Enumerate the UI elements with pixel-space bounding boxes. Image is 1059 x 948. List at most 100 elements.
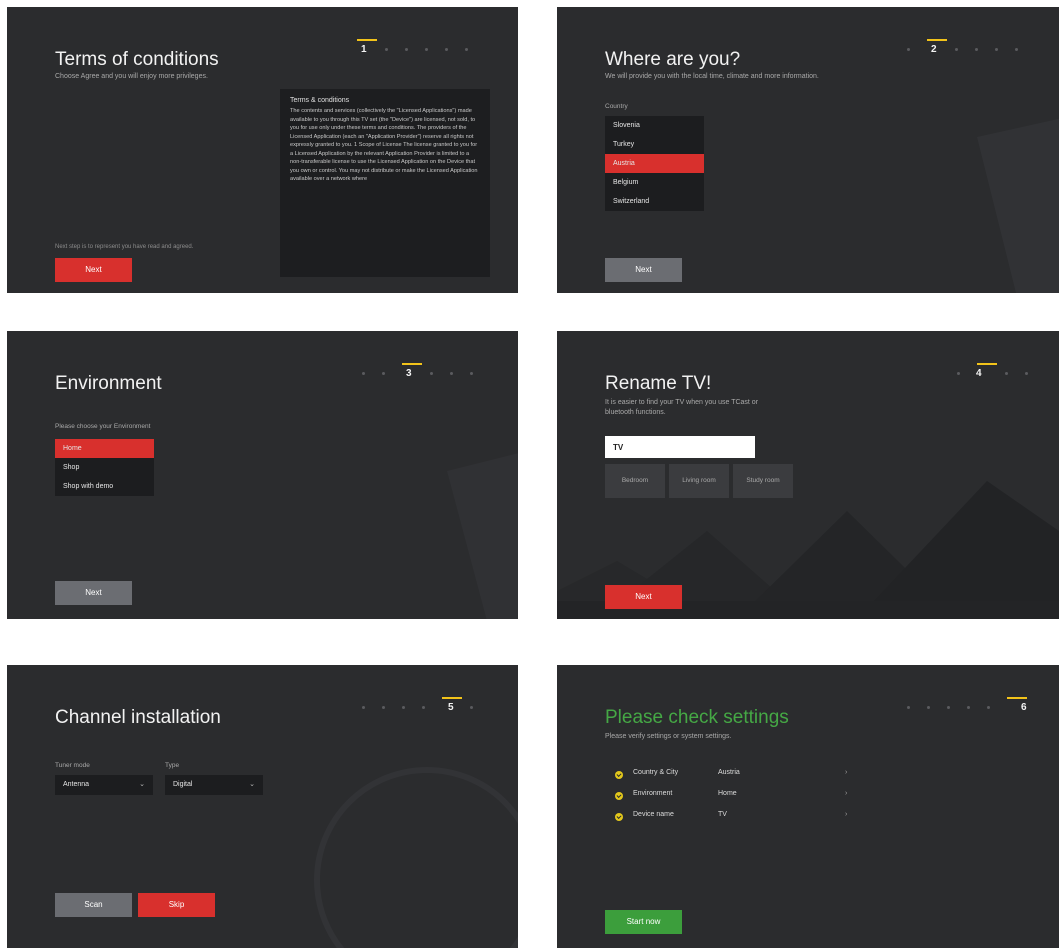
step-number: 5: [448, 702, 454, 713]
screen-environment: Environment 3 Please choose your Environ…: [7, 331, 518, 619]
background-shape: [977, 118, 1059, 293]
step-dot: [957, 372, 960, 375]
step-dot: [470, 706, 473, 709]
step-number: 3: [406, 368, 412, 379]
country-item[interactable]: Slovenia: [605, 116, 704, 135]
step-active-bar: [442, 697, 462, 699]
country-label: Country: [605, 103, 628, 110]
step-active-bar: [927, 39, 947, 41]
step-indicator: 5: [362, 697, 488, 717]
step-number: 2: [931, 44, 937, 55]
type-value: Digital: [173, 781, 193, 788]
tv-name-input[interactable]: [605, 436, 755, 458]
preset-study-room[interactable]: Study room: [733, 464, 793, 498]
agree-note: Next step is to represent you have read …: [55, 244, 194, 250]
environment-item[interactable]: Shop: [55, 458, 154, 477]
step-dot: [445, 48, 448, 51]
step-dot: [422, 706, 425, 709]
page-title: Terms of conditions: [55, 49, 219, 70]
page-title: Rename TV!: [605, 373, 712, 394]
setting-row-country[interactable]: Country & City Austria ›: [615, 769, 855, 783]
type-label: Type: [165, 762, 180, 769]
setting-key: Country & City: [633, 769, 679, 776]
step-active-bar: [402, 363, 422, 365]
page-title: Channel installation: [55, 707, 221, 728]
step-dot: [465, 48, 468, 51]
step-indicator: 1: [357, 39, 483, 59]
tuner-mode-label: Tuner mode: [55, 762, 90, 769]
step-dot: [967, 706, 970, 709]
country-item[interactable]: Switzerland: [605, 192, 704, 211]
terms-box[interactable]: Terms & conditions The contents and serv…: [280, 89, 490, 277]
chevron-down-icon: ⌄: [139, 781, 145, 788]
screen-rename: Rename TV! It is easier to find your TV …: [557, 331, 1059, 619]
check-circle-icon: [615, 792, 623, 800]
screen-where: Where are you? We will provide you with …: [557, 7, 1059, 293]
environment-item-selected[interactable]: Home: [55, 439, 154, 458]
chevron-down-icon: ⌄: [249, 781, 255, 788]
next-button[interactable]: Next: [605, 585, 682, 609]
step-dot: [1025, 372, 1028, 375]
terms-box-title: Terms & conditions: [290, 97, 350, 104]
setting-row-device-name[interactable]: Device name TV ›: [615, 811, 855, 825]
preset-living-room[interactable]: Living room: [669, 464, 729, 498]
step-dot: [470, 372, 473, 375]
step-dot: [425, 48, 428, 51]
check-circle-icon: [615, 813, 623, 821]
step-dot: [1015, 48, 1018, 51]
next-button[interactable]: Next: [605, 258, 682, 282]
background-shape: [447, 453, 518, 619]
tuner-mode-value: Antenna: [63, 781, 90, 788]
step-dot: [382, 372, 385, 375]
environment-list: Home Shop Shop with demo: [55, 439, 154, 496]
country-item[interactable]: Turkey: [605, 135, 704, 154]
step-active-bar: [1007, 697, 1027, 699]
environment-prompt: Please choose your Environment: [55, 423, 151, 430]
step-dot: [907, 48, 910, 51]
step-indicator: 4: [957, 363, 1059, 383]
page-title: Environment: [55, 373, 162, 394]
page-title: Please check settings: [605, 707, 789, 728]
dial-background: [314, 767, 518, 948]
step-dot: [450, 372, 453, 375]
skip-button[interactable]: Skip: [138, 893, 215, 917]
step-dot: [907, 706, 910, 709]
environment-item[interactable]: Shop with demo: [55, 477, 154, 496]
preset-bedroom[interactable]: Bedroom: [605, 464, 665, 498]
country-item[interactable]: Belgium: [605, 173, 704, 192]
next-button[interactable]: Next: [55, 258, 132, 282]
screen-check-settings: Please check settings Please verify sett…: [557, 665, 1059, 948]
page-title: Where are you?: [605, 49, 741, 70]
page-subtitle: Choose Agree and you will enjoy more pri…: [55, 73, 208, 80]
step-number: 6: [1021, 702, 1027, 713]
tuner-mode-select[interactable]: Antenna ⌄: [55, 775, 153, 795]
step-indicator: 2: [907, 39, 1033, 59]
setting-value: Home: [718, 790, 737, 797]
page-subtitle-line2: bluetooth functions.: [605, 409, 666, 416]
screen-channel: Channel installation 5 Tuner mode Antenn…: [7, 665, 518, 948]
step-dot: [385, 48, 388, 51]
step-number: 1: [361, 44, 367, 55]
step-dot: [1005, 372, 1008, 375]
chevron-right-icon: ›: [845, 811, 848, 818]
step-indicator: 6: [907, 697, 1033, 717]
type-select[interactable]: Digital ⌄: [165, 775, 263, 795]
step-dot: [362, 372, 365, 375]
chevron-right-icon: ›: [845, 790, 848, 797]
setting-row-environment[interactable]: Environment Home ›: [615, 790, 855, 804]
country-list: Slovenia Turkey Austria Belgium Switzerl…: [605, 116, 704, 211]
setting-value: Austria: [718, 769, 740, 776]
start-now-button[interactable]: Start now: [605, 910, 682, 934]
next-button[interactable]: Next: [55, 581, 132, 605]
step-dot: [430, 372, 433, 375]
step-dot: [955, 48, 958, 51]
step-dot: [947, 706, 950, 709]
chevron-right-icon: ›: [845, 769, 848, 776]
page-subtitle: We will provide you with the local time,…: [605, 73, 819, 80]
check-circle-icon: [615, 771, 623, 779]
scan-button[interactable]: Scan: [55, 893, 132, 917]
country-item-selected[interactable]: Austria: [605, 154, 704, 173]
page-subtitle: Please verify settings or system setting…: [605, 733, 732, 740]
step-dot: [927, 706, 930, 709]
step-dot: [382, 706, 385, 709]
